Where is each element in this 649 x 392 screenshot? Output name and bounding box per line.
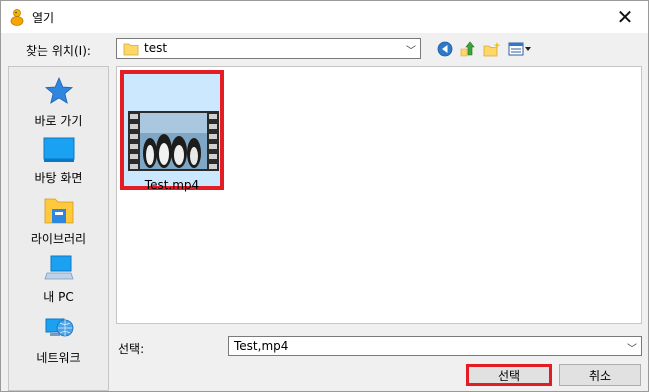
place-label: 바로 가기 xyxy=(34,114,83,128)
file-name-combobox[interactable]: Test,mp4 ﹀ xyxy=(228,336,642,356)
look-in-combobox[interactable]: test ﹀ xyxy=(116,38,421,59)
folder-icon xyxy=(123,43,139,56)
place-network[interactable]: 네트워크 xyxy=(9,315,108,366)
network-icon xyxy=(45,318,73,337)
place-quick-access[interactable]: 바로 가기 xyxy=(9,76,108,129)
video-thumbnail-icon xyxy=(128,111,219,171)
view-menu-icon xyxy=(508,42,531,56)
file-name-value: Test,mp4 xyxy=(234,339,289,353)
new-folder-icon xyxy=(483,42,501,57)
file-item-selected[interactable]: Test.mp4 xyxy=(120,70,224,192)
this-pc-icon xyxy=(43,255,74,280)
quick-access-star-icon xyxy=(44,76,73,104)
cancel-button[interactable]: 취소 xyxy=(559,364,641,386)
place-label: 네트워크 xyxy=(36,351,81,365)
file-list-view[interactable]: Test.mp4 xyxy=(116,66,642,324)
place-label: 바탕 화면 xyxy=(34,171,83,185)
select-button[interactable]: 선택 xyxy=(466,364,552,386)
place-libraries[interactable]: 라이브러리 xyxy=(9,196,108,247)
up-folder-icon xyxy=(460,41,475,57)
places-bar: 바로 가기 바탕 화면 라이브러리 내 PC 네트워크 xyxy=(8,66,109,391)
place-label: 라이브러리 xyxy=(30,232,87,246)
back-button[interactable] xyxy=(435,39,455,59)
chevron-down-icon[interactable]: ﹀ xyxy=(627,340,637,355)
place-desktop[interactable]: 바탕 화면 xyxy=(9,137,108,186)
title-bar: 열기 ✕ xyxy=(1,1,648,33)
cancel-button-label: 취소 xyxy=(588,368,612,383)
window-title: 열기 xyxy=(32,11,55,25)
close-button[interactable]: ✕ xyxy=(602,1,648,33)
look-in-value: test xyxy=(144,41,168,55)
look-in-label: 찾는 위치(I): xyxy=(26,44,91,58)
close-icon: ✕ xyxy=(616,5,634,29)
file-name: Test.mp4 xyxy=(144,178,200,192)
selection-label: 선택: xyxy=(118,342,145,356)
new-folder-button[interactable] xyxy=(482,39,502,59)
place-label: 내 PC xyxy=(43,290,74,304)
open-file-dialog: 열기 ✕ 찾는 위치(I): test ﹀ 바로 가기 바탕 화면 라이브러리 … xyxy=(0,0,649,392)
desktop-icon xyxy=(43,137,74,162)
app-icon xyxy=(10,9,24,26)
place-this-pc[interactable]: 내 PC xyxy=(9,254,108,305)
chevron-down-icon[interactable]: ﹀ xyxy=(406,42,416,57)
select-button-label: 선택 xyxy=(497,368,521,383)
view-menu-button[interactable] xyxy=(508,39,532,59)
libraries-folder-icon xyxy=(44,198,73,224)
back-arrow-icon xyxy=(437,41,453,57)
up-folder-button[interactable] xyxy=(457,39,477,59)
